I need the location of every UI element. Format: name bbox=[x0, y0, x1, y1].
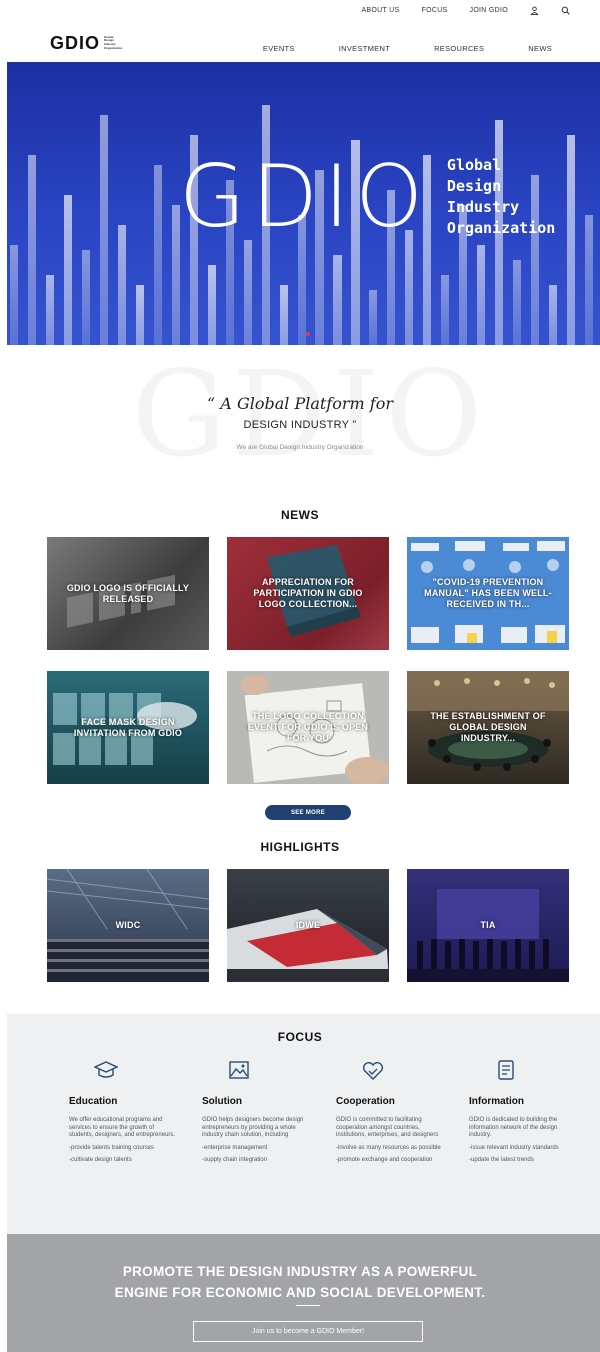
nav-join-gdio[interactable]: JOIN GDIO bbox=[470, 7, 508, 14]
carousel-indicator[interactable] bbox=[306, 332, 310, 336]
site-logo[interactable]: GDIO Global Design Industry Organization bbox=[50, 34, 122, 52]
hero-wordmark: Global Design Industry Organization bbox=[446, 156, 556, 237]
landscape-icon bbox=[229, 1061, 249, 1079]
news-card[interactable]: FACE MASK DESIGN INVITATION FROM GDIO bbox=[47, 671, 209, 784]
hero-light-bar bbox=[243, 240, 252, 345]
main-nav: EVENTS INVESTMENT RESOURCES NEWS bbox=[263, 44, 552, 53]
hero-light-bar bbox=[81, 250, 90, 345]
logo-subtext: Global Design Industry Organization bbox=[104, 34, 123, 50]
search-icon[interactable] bbox=[561, 6, 570, 15]
focus-cooperation: Cooperation GDIO is committed to facilit… bbox=[336, 1058, 446, 1165]
focus-body: GDIO is dedicated to building the inform… bbox=[469, 1117, 558, 1138]
news-card[interactable]: GDIO LOGO IS OFFICIALLY RELEASED bbox=[47, 537, 209, 650]
news-card[interactable]: THE LOGO COLLECTION EVENT FOR GDIO IS OP… bbox=[227, 671, 389, 784]
hero-light-bar bbox=[99, 115, 108, 345]
focus-item: -update the latest trends bbox=[469, 1157, 534, 1163]
hero-light-bar bbox=[45, 275, 55, 345]
news-caption: "COVID-19 PREVENTION MANUAL" HAS BEEN WE… bbox=[424, 577, 552, 609]
focus-item: -issue relevant industry standards bbox=[469, 1144, 559, 1151]
news-caption: THE ESTABLISHMENT OF GLOBAL DESIGN INDUS… bbox=[430, 711, 546, 743]
user-icon[interactable] bbox=[530, 6, 539, 15]
hero-light-bar bbox=[441, 275, 450, 345]
slogan-line-2: DESIGN INDUSTRY ” bbox=[243, 419, 357, 431]
document-icon bbox=[498, 1060, 514, 1080]
focus-solution: Solution GDIO helps designers become des… bbox=[202, 1058, 312, 1165]
focus-body: GDIO helps designers become design entre… bbox=[202, 1117, 304, 1138]
hero-light-bar bbox=[27, 155, 37, 345]
hero-light-bar bbox=[513, 260, 522, 345]
handshake-heart-icon bbox=[363, 1061, 383, 1080]
focus-item: -promote exchange and cooperation bbox=[336, 1157, 433, 1163]
logo-mark: GDIO bbox=[50, 33, 101, 53]
hero-light-bar bbox=[153, 165, 162, 345]
highlight-card-tia[interactable]: TIA bbox=[407, 869, 569, 982]
news-caption: GDIO LOGO IS OFFICIALLY RELEASED bbox=[66, 582, 190, 604]
nav-resources[interactable]: RESOURCES bbox=[434, 44, 484, 53]
promo-divider bbox=[296, 1305, 320, 1306]
slogan-watermark: GDIO bbox=[131, 345, 489, 483]
focus-item: -involve as many resources as possible bbox=[336, 1144, 441, 1151]
hero-light-bar bbox=[405, 230, 414, 345]
news-card[interactable]: APPRECIATION FOR PARTICIPATION IN GDIO L… bbox=[227, 537, 389, 650]
highlight-caption: IDWE bbox=[295, 920, 321, 930]
news-title: NEWS bbox=[281, 508, 319, 522]
slogan-tagline: We are Global Design Industry Organizati… bbox=[236, 444, 364, 451]
hero-light-bar bbox=[63, 195, 72, 345]
hero-light-bar bbox=[333, 255, 342, 345]
nav-focus[interactable]: FOCUS bbox=[422, 7, 448, 14]
nav-about-us[interactable]: ABOUT US bbox=[361, 7, 399, 14]
promo-headline: PROMOTE THE DESIGN INDUSTRY AS A POWERFU… bbox=[114, 1264, 486, 1300]
hero-light-bar bbox=[585, 215, 594, 345]
focus-education: Education We offer educational programs … bbox=[69, 1058, 179, 1165]
nav-events[interactable]: EVENTS bbox=[263, 44, 295, 53]
hero-light-bar bbox=[207, 265, 216, 345]
news-caption: THE LOGO COLLECTION EVENT FOR GDIO IS OP… bbox=[247, 711, 369, 743]
highlight-caption: WIDC bbox=[115, 920, 141, 930]
focus-item: -enterprise management bbox=[202, 1144, 268, 1151]
focus-item: -provide talents training courses bbox=[69, 1144, 155, 1151]
slogan-line-1: “ A Global Platform for bbox=[207, 394, 393, 413]
focus-heading: Information bbox=[469, 1096, 524, 1107]
hero-banner[interactable]: GDIO Global Design Industry Organization bbox=[7, 62, 600, 345]
focus-body: We offer educational programs and servic… bbox=[69, 1117, 176, 1138]
join-member-button[interactable]: Join us to become a GDIO Member! bbox=[193, 1321, 423, 1342]
highlight-caption: TIA bbox=[480, 920, 496, 930]
hero-light-bar bbox=[369, 290, 378, 345]
hero-light-bar bbox=[549, 285, 558, 345]
see-more-button[interactable]: SEE MORE bbox=[265, 805, 351, 820]
hero-light-bar bbox=[477, 245, 486, 345]
hero-light-bar bbox=[567, 135, 576, 345]
graduation-cap-icon bbox=[94, 1061, 118, 1078]
hero-logo: GDIO Global Design Industry Organization bbox=[179, 154, 555, 240]
focus-heading: Education bbox=[69, 1096, 118, 1107]
focus-information: Information GDIO is dedicated to buildin… bbox=[469, 1058, 579, 1165]
highlights-title: HIGHLIGHTS bbox=[260, 840, 340, 854]
news-caption: APPRECIATION FOR PARTICIPATION IN GDIO L… bbox=[253, 577, 363, 609]
highlight-card-idwe[interactable]: IDWE bbox=[227, 869, 389, 982]
hero-light-bar bbox=[117, 225, 126, 345]
focus-title: FOCUS bbox=[277, 1030, 323, 1044]
hero-light-bar bbox=[135, 285, 144, 345]
top-nav: ABOUT US FOCUS JOIN GDIO bbox=[361, 6, 570, 15]
hero-light-bar bbox=[10, 245, 19, 345]
hero-mark: GDIO bbox=[179, 147, 429, 247]
news-card[interactable]: "COVID-19 PREVENTION MANUAL" HAS BEEN WE… bbox=[407, 537, 569, 650]
news-card[interactable]: THE ESTABLISHMENT OF GLOBAL DESIGN INDUS… bbox=[407, 671, 569, 784]
highlight-card-widc[interactable]: WIDC bbox=[47, 869, 209, 982]
news-caption: FACE MASK DESIGN INVITATION FROM GDIO bbox=[73, 716, 183, 738]
nav-investment[interactable]: INVESTMENT bbox=[339, 44, 390, 53]
focus-item: -cultivate design talents bbox=[69, 1157, 132, 1163]
focus-item: -supply chain integration bbox=[202, 1157, 268, 1163]
focus-heading: Cooperation bbox=[336, 1096, 395, 1107]
nav-news[interactable]: NEWS bbox=[528, 44, 552, 53]
focus-body: GDIO is committed to facilitating cooper… bbox=[336, 1117, 439, 1138]
focus-heading: Solution bbox=[202, 1096, 242, 1107]
hero-light-bar bbox=[279, 285, 288, 345]
